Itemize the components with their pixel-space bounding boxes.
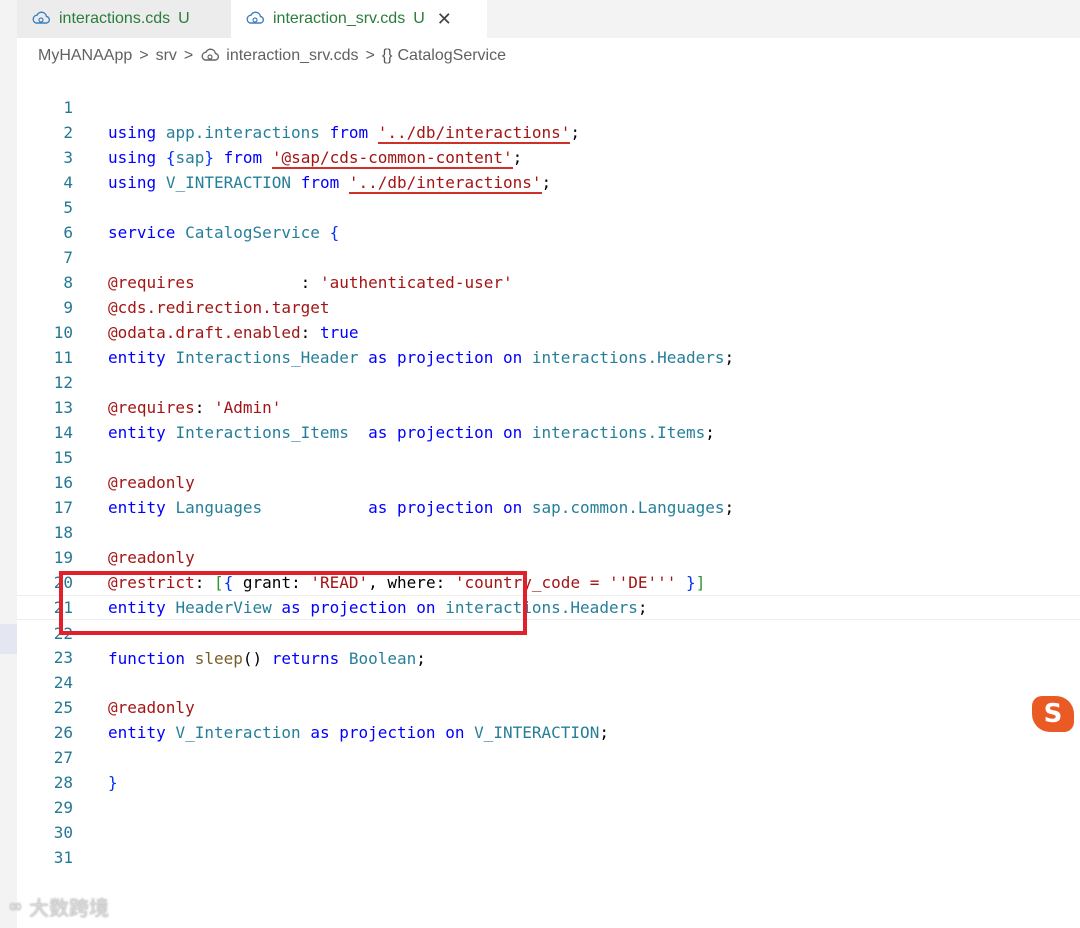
code-line[interactable]: 1 using app.interactions from '../db/int… (17, 70, 1080, 144)
cds-file-icon (32, 11, 50, 24)
code-line[interactable]: 14 (17, 395, 1080, 442)
code-line[interactable]: 8 @cds.redirection.target (17, 245, 1080, 317)
code-line[interactable]: 28 (17, 745, 1080, 792)
code-line[interactable]: 18 @readonly (17, 495, 1080, 567)
tab-label: interaction_srv.cds (273, 10, 406, 27)
code-editor[interactable]: 1 using app.interactions from '../db/int… (17, 70, 1080, 928)
code-line[interactable]: 7 @requires : 'authenticated-user' (17, 220, 1080, 292)
code-line[interactable]: 12 @requires: 'Admin' (17, 345, 1080, 417)
chevron-right-icon: > (139, 47, 149, 64)
symbol-namespace-icon: {} (381, 47, 393, 64)
activity-strip (0, 0, 17, 928)
chevron-right-icon: > (365, 47, 375, 64)
code-line[interactable]: 16 entity Languages as projection on sap… (17, 445, 1080, 517)
watermark: ∞ 大数跨境 (8, 892, 109, 921)
code-line[interactable]: 31 (17, 820, 1080, 867)
watermark-text: 大数跨境 (29, 896, 109, 920)
code-line[interactable]: 26 (17, 695, 1080, 742)
cds-file-icon (246, 11, 264, 24)
code-line[interactable]: 29 (17, 770, 1080, 817)
code-line[interactable]: 15 @readonly (17, 420, 1080, 492)
breadcrumb-item-file[interactable]: interaction_srv.cds (226, 47, 358, 65)
code-line[interactable]: 6 (17, 195, 1080, 242)
code-line[interactable]: 5 service CatalogService { (17, 170, 1080, 242)
annotation-highlight-box (59, 571, 527, 635)
tab-status-badge: U (178, 10, 190, 27)
line-number: 31 (53, 848, 73, 867)
chevron-right-icon: > (183, 47, 194, 64)
active-marker (0, 624, 17, 654)
watermark-logo-icon: ∞ (8, 896, 23, 917)
tab-status-badge: U (413, 10, 425, 27)
breadcrumb-item-project[interactable]: MyHANAApp (38, 47, 132, 65)
breadcrumb: MyHANAApp > srv > interaction_srv.cds > … (38, 44, 506, 68)
code-line[interactable]: 4 (17, 145, 1080, 192)
code-line[interactable]: 24 @readonly (17, 645, 1080, 717)
code-line[interactable]: 30 (17, 795, 1080, 842)
code-line[interactable]: 10 entity Interactions_Header as project… (17, 295, 1080, 367)
code-line[interactable]: 2 using {sap} from '@sap/cds-common-cont… (17, 95, 1080, 169)
cds-file-icon (201, 48, 220, 61)
code-line[interactable]: 11 (17, 320, 1080, 367)
tab-label: interactions.cds (59, 10, 171, 27)
code-line[interactable]: 27 } (17, 720, 1080, 792)
code-line[interactable]: 19 @restrict: [{ grant: 'READ', where: '… (17, 520, 1080, 592)
editor-tab-bar: interactions.cds U interaction_srv.cds U… (17, 0, 1080, 38)
tab-interactions-cds[interactable]: interactions.cds U (17, 0, 231, 38)
input-method-icon[interactable]: S (1032, 696, 1074, 732)
code-line[interactable]: 13 entity Interactions_Items as projecti… (17, 370, 1080, 442)
code-line[interactable]: 17 (17, 470, 1080, 517)
breadcrumb-item-folder[interactable]: srv (156, 47, 177, 65)
code-line[interactable]: 25 entity V_Interaction as projection on… (17, 670, 1080, 742)
close-icon[interactable]: ✕ (437, 9, 452, 30)
code-line[interactable]: 9 @odata.draft.enabled: true (17, 270, 1080, 342)
code-line[interactable]: 20 entity HeaderView as projection on in… (17, 545, 1080, 617)
code-line[interactable]: 3 using V_INTERACTION from '../db/intera… (17, 120, 1080, 194)
tab-interaction-srv-cds[interactable]: interaction_srv.cds U ✕ (231, 0, 487, 38)
breadcrumb-item-symbol[interactable]: CatalogService (398, 47, 507, 65)
